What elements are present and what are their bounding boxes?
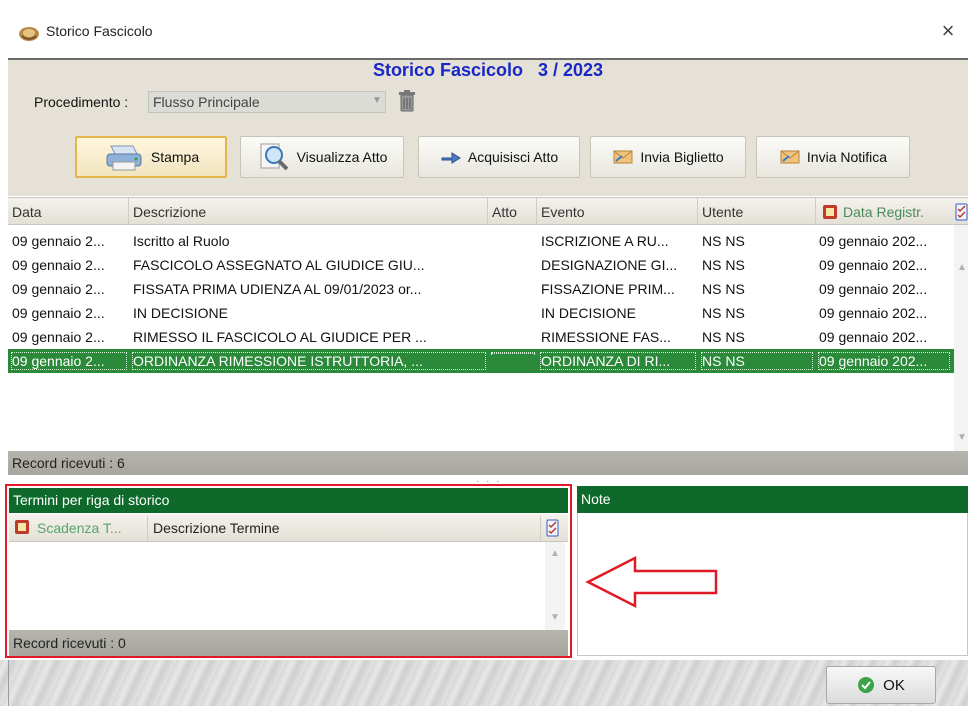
cell-utente: NS NS <box>702 329 745 345</box>
column-divider[interactable] <box>536 198 537 224</box>
column-divider[interactable] <box>540 516 541 540</box>
col-header-data-registr[interactable]: Data Registr. <box>843 204 924 220</box>
cell-descrizione: RIMESSO IL FASCICOLO AL GIUDICE PER ... <box>133 329 427 345</box>
annotation-arrow-icon <box>585 555 718 609</box>
cell-data-registr: 09 gennaio 202... <box>819 281 928 297</box>
printer-icon <box>106 145 142 171</box>
invia-notifica-label: Invia Notifica <box>806 149 888 165</box>
cell-data: 09 gennaio 2... <box>11 352 127 370</box>
cell-evento: RIMESSIONE FAS... <box>541 329 671 345</box>
termini-record-count: Record ricevuti : 0 <box>13 635 126 651</box>
cell-data: 09 gennaio 2... <box>12 329 105 345</box>
table-row[interactable]: 09 gennaio 2... FISSATA PRIMA UDIENZA AL … <box>8 277 954 301</box>
cell-data: 09 gennaio 2... <box>12 233 105 249</box>
ok-check-icon <box>858 677 875 693</box>
cell-data-registr: 09 gennaio 202... <box>819 305 928 321</box>
close-button[interactable]: × <box>935 18 961 44</box>
window-title: Storico Fascicolo <box>46 23 153 39</box>
ok-button[interactable]: OK <box>826 666 936 704</box>
table-row[interactable]: 09 gennaio 2... Iscritto al Ruolo ISCRIZIO… <box>8 229 954 253</box>
cell-descrizione: FASCICOLO ASSEGNATO AL GIUDICE GIU... <box>133 257 425 273</box>
col-header-descrizione-termine[interactable]: Descrizione Termine <box>153 520 280 536</box>
cell-data-registr: 09 gennaio 202... <box>819 329 928 345</box>
column-divider[interactable] <box>128 198 129 224</box>
cell-utente: NS NS <box>702 305 745 321</box>
magnifier-icon <box>260 143 289 171</box>
trash-icon[interactable] <box>398 89 416 113</box>
cell-evento: ORDINANZA DI RI... <box>540 352 696 370</box>
acquisisci-atto-button[interactable]: Acquisisci Atto <box>418 136 580 178</box>
record-bar <box>8 451 968 475</box>
column-divider[interactable] <box>815 198 816 224</box>
invia-biglietto-label: Invia Biglietto <box>640 149 724 165</box>
checklist-icon[interactable] <box>546 519 559 537</box>
arrow-icon <box>441 152 461 164</box>
invia-biglietto-button[interactable]: Invia Biglietto <box>590 136 746 178</box>
cell-data-registr: 09 gennaio 202... <box>818 352 950 370</box>
table-row[interactable]: 09 gennaio 2... RIMESSO IL FASCICOLO AL G… <box>8 325 954 349</box>
scroll-down-icon[interactable]: ▼ <box>957 432 967 443</box>
note-header <box>577 486 968 513</box>
footer-divider <box>8 660 9 706</box>
column-divider[interactable] <box>697 198 698 224</box>
col-header-data[interactable]: Data <box>12 204 42 220</box>
app-icon <box>19 27 39 41</box>
visualizza-atto-button[interactable]: Visualizza Atto <box>240 136 404 178</box>
procedimento-value: Flusso Principale <box>153 94 260 110</box>
cell-utente: NS NS <box>701 352 813 370</box>
envelope-icon <box>613 150 633 164</box>
termini-title: Termini per riga di storico <box>13 492 170 508</box>
table-row[interactable]: 09 gennaio 2... IN DECISIONE IN DECISIONE N… <box>8 301 954 325</box>
ok-label: OK <box>883 676 905 694</box>
checklist-icon[interactable] <box>955 203 968 221</box>
col-header-descrizione[interactable]: Descrizione <box>133 204 206 220</box>
cell-descrizione: Iscritto al Ruolo <box>133 233 230 249</box>
stampa-button[interactable]: Stampa <box>75 136 227 178</box>
cell-descrizione: IN DECISIONE <box>133 305 228 321</box>
note-title: Note <box>581 491 611 507</box>
scroll-up-icon[interactable]: ▲ <box>550 548 560 559</box>
cell-evento: FISSAZIONE PRIM... <box>541 281 675 297</box>
table-row[interactable]: 09 gennaio 2... FASCICOLO ASSEGNATO AL GI… <box>8 253 954 277</box>
col-header-atto[interactable]: Atto <box>492 204 517 220</box>
invia-notifica-button[interactable]: Invia Notifica <box>756 136 910 178</box>
cell-data: 09 gennaio 2... <box>12 257 105 273</box>
note-col-icon <box>15 520 29 534</box>
envelope-icon <box>780 150 800 164</box>
visualizza-atto-label: Visualizza Atto <box>296 149 388 165</box>
chevron-down-icon[interactable]: ▼ <box>372 95 382 106</box>
procedimento-label: Procedimento : <box>34 94 129 110</box>
scroll-up-icon[interactable]: ▲ <box>957 262 967 273</box>
scroll-down-icon[interactable]: ▼ <box>550 612 560 623</box>
col-header-scadenza[interactable]: Scadenza T... <box>37 520 122 536</box>
table-row[interactable]: 09 gennaio 2... ORDINANZA RIMESSIONE ISTR… <box>8 349 954 373</box>
cell-data-registr: 09 gennaio 202... <box>819 233 928 249</box>
column-divider[interactable] <box>147 516 148 540</box>
grid-scrollbar[interactable] <box>954 225 968 451</box>
cell-utente: NS NS <box>702 281 745 297</box>
footer-bar <box>0 660 968 706</box>
acquisisci-atto-label: Acquisisci Atto <box>467 149 559 165</box>
record-count: Record ricevuti : 6 <box>12 455 125 471</box>
stampa-label: Stampa <box>150 149 200 165</box>
note-col-icon <box>823 205 837 219</box>
page-title: Storico Fascicolo 3 / 2023 <box>372 60 604 80</box>
col-header-evento[interactable]: Evento <box>541 204 585 220</box>
cell-evento: IN DECISIONE <box>541 305 636 321</box>
cell-data: 09 gennaio 2... <box>12 281 105 297</box>
cell-data: 09 gennaio 2... <box>12 305 105 321</box>
cell-evento: DESIGNAZIONE GI... <box>541 257 678 273</box>
column-divider[interactable] <box>487 198 488 224</box>
cell-descrizione: FISSATA PRIMA UDIENZA AL 09/01/2023 or..… <box>133 281 422 297</box>
cell-descrizione: ORDINANZA RIMESSIONE ISTRUTTORIA, ... <box>132 352 486 370</box>
cell-utente: NS NS <box>702 257 745 273</box>
col-header-utente[interactable]: Utente <box>702 204 743 220</box>
cell-data-registr: 09 gennaio 202... <box>819 257 928 273</box>
cell-utente: NS NS <box>702 233 745 249</box>
cell-evento: ISCRIZIONE A RU... <box>541 233 669 249</box>
